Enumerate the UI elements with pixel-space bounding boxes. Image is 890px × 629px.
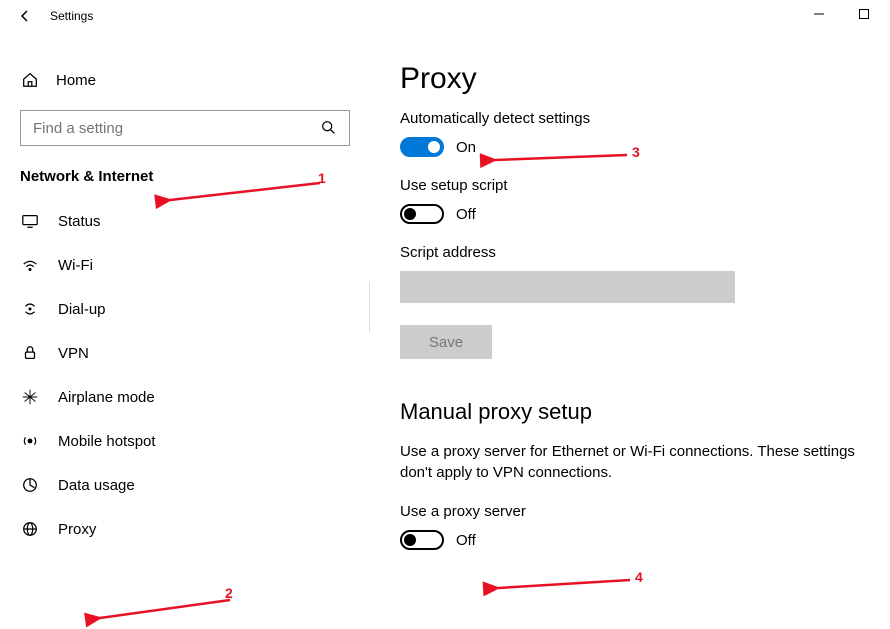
hotspot-icon [20,431,40,451]
auto-detect-state: On [456,139,476,156]
sidebar-item-datausage[interactable]: Data usage [0,463,370,507]
category-header: Network & Internet [0,162,370,199]
sidebar: Home Network & Internet Status Wi-Fi Dia… [0,32,370,629]
setup-script-label: Use setup script [400,177,860,194]
sidebar-item-label: Data usage [58,477,135,494]
data-icon [20,475,40,495]
sidebar-item-label: Proxy [58,521,96,538]
sidebar-item-airplane[interactable]: Airplane mode [0,375,370,419]
home-icon [20,70,40,90]
page-title: Proxy [400,62,860,96]
search-input[interactable] [31,119,319,138]
search-icon [319,118,339,138]
sidebar-item-label: Dial-up [58,301,106,318]
sidebar-item-status[interactable]: Status [0,199,370,243]
search-box[interactable] [20,110,350,146]
save-button[interactable]: Save [400,325,492,359]
sidebar-item-label: Mobile hotspot [58,433,156,450]
wifi-icon [20,255,40,275]
sidebar-item-wifi[interactable]: Wi-Fi [0,243,370,287]
manual-section-header: Manual proxy setup [400,399,860,425]
sidebar-item-label: Wi-Fi [58,257,93,274]
airplane-icon [20,387,40,407]
script-address-label: Script address [400,244,860,261]
sidebar-item-dialup[interactable]: Dial-up [0,287,370,331]
sidebar-item-label: VPN [58,345,89,362]
window-title: Settings [50,9,93,23]
minimize-button[interactable] [796,0,841,28]
maximize-button[interactable] [841,0,886,28]
auto-detect-toggle[interactable] [400,137,444,157]
back-button[interactable] [10,1,40,31]
dialup-icon [20,299,40,319]
home-label: Home [56,72,96,89]
auto-detect-label: Automatically detect settings [400,110,860,127]
vpn-icon [20,343,40,363]
sidebar-item-hotspot[interactable]: Mobile hotspot [0,419,370,463]
use-proxy-state: Off [456,532,476,549]
sidebar-item-label: Airplane mode [58,389,155,406]
setup-script-state: Off [456,206,476,223]
setup-script-toggle[interactable] [400,204,444,224]
sidebar-item-proxy[interactable]: Proxy [0,507,370,551]
main-panel: Proxy Automatically detect settings On U… [370,32,890,629]
use-proxy-label: Use a proxy server [400,503,860,520]
script-address-input[interactable] [400,271,735,303]
monitor-icon [20,211,40,231]
manual-description: Use a proxy server for Ethernet or Wi-Fi… [400,441,860,483]
sidebar-item-vpn[interactable]: VPN [0,331,370,375]
use-proxy-toggle[interactable] [400,530,444,550]
titlebar: Settings [0,0,890,32]
home-link[interactable]: Home [0,62,370,98]
globe-icon [20,519,40,539]
sidebar-item-label: Status [58,213,101,230]
